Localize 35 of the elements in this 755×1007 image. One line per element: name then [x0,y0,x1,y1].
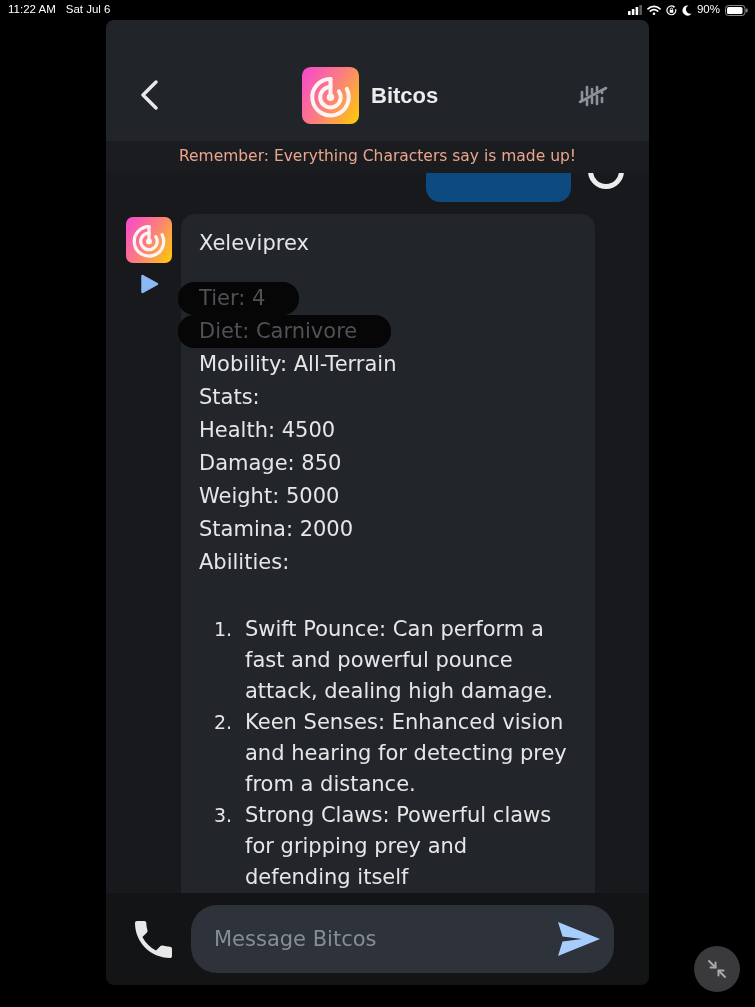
message-input[interactable]: Message Bitcos [191,905,614,973]
message-title: Xeleviprex [199,229,309,257]
status-date: Sat Jul 6 [65,2,111,18]
message-line: Health: 4500 [199,416,336,444]
bot-avatar-icon [126,217,172,263]
redacted-line: Diet: Carnivore [178,314,392,348]
battery-percent: 90% [696,2,720,18]
message-line: Stamina: 2000 [199,515,354,543]
battery-icon [725,4,748,16]
ability-text: Keen Senses: Enhanced vision and hearing for detecting prey from a distance. [245,708,568,798]
collapse-button[interactable] [694,946,740,992]
status-time: 11:22 AM [8,2,56,18]
phone-icon[interactable] [135,920,172,958]
send-icon[interactable] [558,922,600,956]
collapse-icon [707,959,727,979]
message-line: Abilities: [199,548,290,576]
moon-icon [681,4,692,16]
message-line: Mobility: All-Terrain [199,350,397,378]
list-number: 1. [214,616,234,642]
disclaimer-text: Remember: Everything Characters say is made up! [178,146,577,168]
wifi-icon [646,5,661,15]
message-line: Damage: 850 [199,449,342,477]
message-line: Stats: [199,383,260,411]
list-number: 2. [214,709,234,735]
rotation-lock-icon [665,4,677,16]
play-icon[interactable] [139,274,159,294]
ability-text: Strong Claws: Powerful claws for gripping prey and defending itself [245,801,553,891]
list-number: 3. [214,802,234,828]
message-line: Weight: 5000 [199,482,340,510]
redacted-line: Tier: 4 [178,281,300,315]
chat-title: Bitcos [371,81,439,110]
signal-icon [627,5,642,15]
ability-text: Swift Pounce: Can perform a fast and powerful pounce attack, dealing high damage. [245,615,555,705]
app-logo-icon [302,66,359,124]
back-icon[interactable] [140,80,158,110]
